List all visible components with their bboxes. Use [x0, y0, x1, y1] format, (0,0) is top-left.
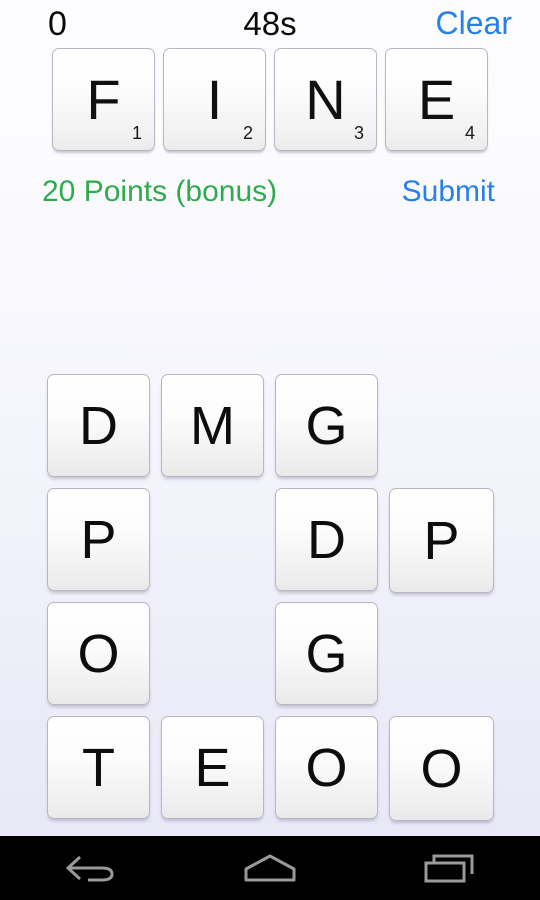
- grid-cell-3-0[interactable]: T: [47, 716, 150, 819]
- letter-tile-glyph: P: [423, 510, 460, 571]
- word-tile-letter: I: [206, 67, 223, 131]
- letter-tile[interactable]: D: [275, 488, 378, 591]
- letter-tile[interactable]: T: [47, 716, 150, 819]
- grid-cell-3-1[interactable]: E: [161, 716, 264, 819]
- letter-tile[interactable]: P: [389, 488, 494, 593]
- letter-tile[interactable]: O: [389, 716, 494, 821]
- top-status-bar: 0 48s Clear: [0, 0, 540, 46]
- points-label: 20 Points (bonus): [42, 175, 278, 208]
- grid-row-3: T E O O: [0, 716, 540, 830]
- word-tile-2[interactable]: I 2: [163, 48, 266, 151]
- submit-button[interactable]: Submit: [402, 172, 495, 212]
- grid-cell-1-3[interactable]: P: [389, 488, 494, 593]
- grid-cell-3-2[interactable]: O: [275, 716, 378, 819]
- nav-home-button[interactable]: [210, 836, 330, 900]
- current-word-row: F 1 I 2 N 3 E 4: [0, 46, 540, 158]
- letter-tile[interactable]: G: [275, 374, 378, 477]
- letter-tile-glyph: O: [305, 737, 348, 798]
- grid-cell-0-2[interactable]: G: [275, 374, 378, 477]
- clear-button[interactable]: Clear: [436, 3, 512, 44]
- grid-cell-2-1: [161, 602, 264, 705]
- letter-tile-glyph: E: [194, 737, 231, 798]
- grid-row-2: O G: [0, 602, 540, 716]
- word-tile-letter: E: [417, 67, 456, 131]
- letter-tile[interactable]: O: [47, 602, 150, 705]
- letter-tile[interactable]: D: [47, 374, 150, 477]
- grid-row-1: P D P: [0, 488, 540, 602]
- word-tile-index: 1: [131, 123, 142, 143]
- nav-recents-button[interactable]: [390, 836, 510, 900]
- word-tile-index: 3: [353, 123, 364, 143]
- word-tile-4[interactable]: E 4: [385, 48, 488, 151]
- letter-tile-glyph: M: [190, 395, 235, 456]
- letter-tile-glyph: D: [79, 395, 118, 456]
- grid-cell-0-1[interactable]: M: [161, 374, 264, 477]
- word-tile-1[interactable]: F 1: [52, 48, 155, 151]
- letter-tile[interactable]: O: [275, 716, 378, 819]
- letter-tile-glyph: D: [307, 509, 346, 570]
- letter-grid: D M G P D P O G T E O O: [0, 369, 540, 829]
- letter-tile[interactable]: E: [161, 716, 264, 819]
- home-icon: [241, 851, 299, 885]
- word-tile-index: 4: [464, 123, 475, 143]
- letter-tile-glyph: P: [80, 509, 117, 570]
- grid-cell-0-3: [389, 374, 492, 477]
- grid-cell-3-3[interactable]: O: [389, 716, 494, 821]
- grid-cell-1-0[interactable]: P: [47, 488, 150, 591]
- letter-tile[interactable]: M: [161, 374, 264, 477]
- grid-cell-2-0[interactable]: O: [47, 602, 150, 705]
- word-tile-letter: F: [86, 67, 121, 131]
- letter-tile-glyph: O: [77, 623, 120, 684]
- letter-tile-glyph: G: [305, 395, 348, 456]
- nav-back-button[interactable]: [30, 836, 150, 900]
- grid-cell-2-3: [389, 602, 492, 705]
- letter-tile-glyph: G: [305, 623, 348, 684]
- grid-cell-1-2[interactable]: D: [275, 488, 378, 591]
- word-tile-3[interactable]: N 3: [274, 48, 377, 151]
- word-tile-letter: N: [305, 67, 346, 131]
- recents-icon: [422, 851, 478, 885]
- app-root: 0 48s Clear F 1 I 2 N 3 E 4 20 Points (b…: [0, 0, 540, 900]
- back-arrow-icon: [62, 851, 118, 885]
- grid-cell-2-2[interactable]: G: [275, 602, 378, 705]
- status-row: 20 Points (bonus) Submit: [0, 168, 540, 224]
- letter-tile[interactable]: G: [275, 602, 378, 705]
- letter-tile[interactable]: P: [47, 488, 150, 591]
- letter-tile-glyph: T: [82, 737, 115, 798]
- letter-tile-glyph: O: [420, 738, 463, 799]
- grid-cell-0-0[interactable]: D: [47, 374, 150, 477]
- android-navigation-bar: [0, 836, 540, 900]
- word-tile-index: 2: [242, 123, 253, 143]
- grid-row-0: D M G: [0, 374, 540, 488]
- grid-cell-1-1: [161, 488, 264, 591]
